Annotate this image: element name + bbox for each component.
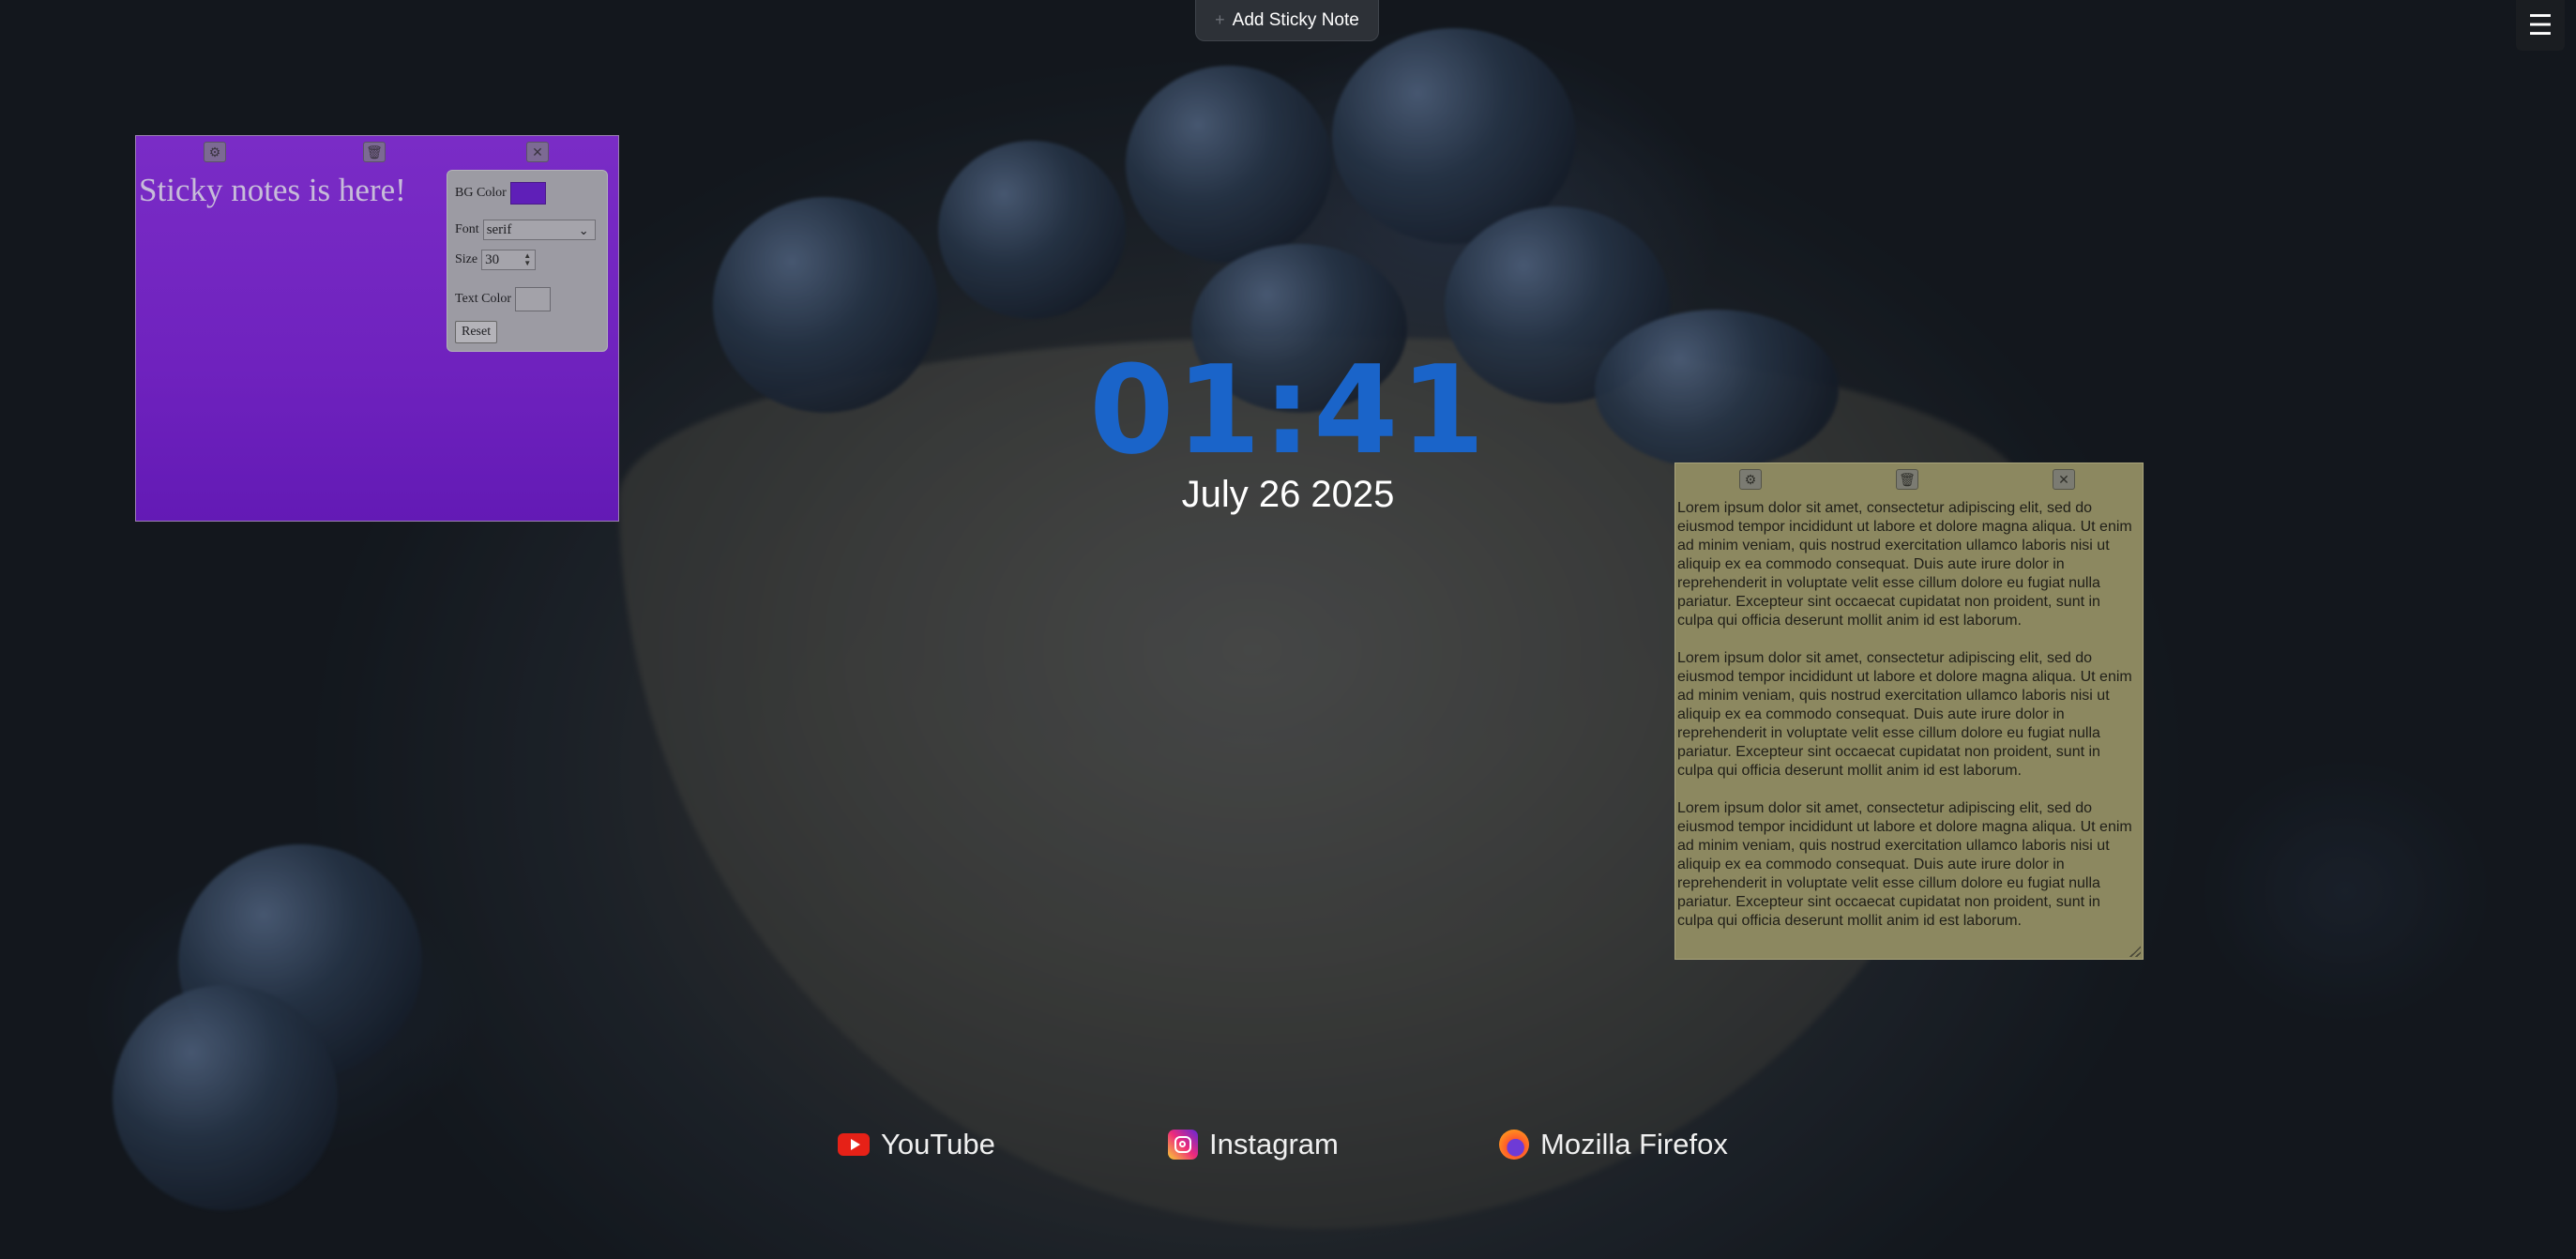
size-label: Size	[455, 252, 478, 266]
reset-row: Reset	[455, 321, 498, 343]
text-color-label: Text Color	[455, 292, 512, 306]
text-color-picker[interactable]	[515, 287, 552, 311]
bg-color-row: BG Color	[455, 182, 546, 205]
close-icon[interactable]: ✕	[2053, 469, 2075, 490]
clock-time: 01:41	[1089, 339, 1487, 481]
shortcut-label: Mozilla Firefox	[1540, 1128, 1728, 1160]
bg-color-picker[interactable]	[509, 182, 546, 205]
shortcut-label: Instagram	[1209, 1128, 1339, 1160]
plus-icon: +	[1215, 10, 1225, 29]
text-color-row: Text Color	[455, 287, 552, 311]
size-input-value: 30	[485, 251, 500, 267]
chevron-down-icon: ⌄	[578, 223, 589, 237]
note-settings-panel: BG Color Font serif ⌄ Size 30 ▲ ▼ Text Co…	[447, 170, 608, 352]
note-paragraph: Lorem ipsum dolor sit amet, consectetur …	[1677, 800, 2132, 929]
reset-button[interactable]: Reset	[455, 321, 498, 343]
font-select-value: serif	[486, 221, 512, 237]
add-sticky-note-label: Add Sticky Note	[1232, 9, 1359, 30]
delete-trash-icon[interactable]: 🗑	[1896, 469, 1918, 490]
font-select[interactable]: serif ⌄	[482, 220, 596, 240]
hamburger-menu-icon: ☰	[2527, 9, 2553, 41]
size-input[interactable]: 30 ▲ ▼	[481, 250, 537, 270]
delete-trash-icon[interactable]: 🗑	[363, 142, 386, 162]
sticky-note[interactable]: ⚙ 🗑 ✕ Sticky notes is here! BG Color Fon…	[135, 135, 619, 522]
shortcut-firefox[interactable]: Mozilla Firefox	[1499, 1124, 1728, 1165]
note-paragraph: Lorem ipsum dolor sit amet, consectetur …	[1677, 650, 2132, 779]
menu-button[interactable]: ☰	[2516, 0, 2565, 51]
shortcut-instagram[interactable]: Instagram	[1168, 1124, 1339, 1165]
font-row: Font serif ⌄	[455, 220, 596, 240]
bg-color-label: BG Color	[455, 186, 507, 200]
clock-date: July 26 2025	[1181, 474, 1395, 515]
font-label: Font	[455, 222, 479, 236]
sticky-note[interactable]: ⚙ 🗑 ✕ Lorem ipsum dolor sit amet, consec…	[1674, 463, 2144, 960]
shortcut-youtube[interactable]: YouTube	[838, 1124, 995, 1165]
note-text[interactable]: Sticky notes is here!	[139, 172, 406, 209]
add-sticky-note-button[interactable]: + Add Sticky Note	[1195, 0, 1379, 41]
shortcut-label: YouTube	[881, 1128, 995, 1160]
close-icon[interactable]: ✕	[526, 142, 549, 162]
youtube-icon	[838, 1133, 870, 1156]
settings-gear-icon[interactable]: ⚙	[204, 142, 226, 162]
note-text[interactable]: Lorem ipsum dolor sit amet, consectetur …	[1677, 499, 2135, 949]
firefox-icon	[1499, 1130, 1529, 1160]
settings-gear-icon[interactable]: ⚙	[1739, 469, 1762, 490]
note-paragraph: Lorem ipsum dolor sit amet, consectetur …	[1677, 500, 2132, 629]
size-row: Size 30 ▲ ▼	[455, 250, 537, 270]
resize-handle[interactable]	[2129, 946, 2141, 957]
spinner-arrows-icon[interactable]: ▲ ▼	[523, 252, 531, 267]
instagram-icon	[1168, 1130, 1198, 1160]
